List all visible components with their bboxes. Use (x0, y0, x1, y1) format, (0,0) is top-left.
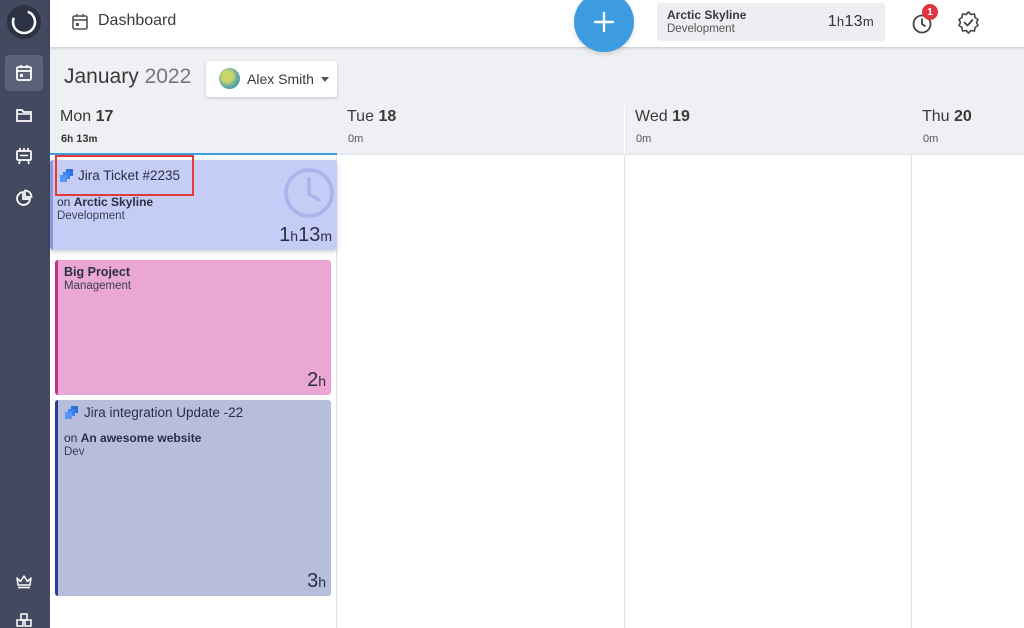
entry-title: Jira integration Update -22 (84, 405, 244, 420)
jira-icon (65, 406, 78, 419)
avatar (219, 68, 240, 89)
chevron-down-icon (321, 77, 329, 82)
entry-duration: 3h (307, 570, 326, 592)
add-entry-button[interactable] (574, 0, 634, 52)
day-name: Thu 20 (922, 108, 972, 125)
running-clock-icon (284, 168, 334, 218)
highlight-box (55, 155, 194, 196)
entry-project: on An awesome website (64, 431, 202, 445)
user-selector[interactable]: Alex Smith (206, 61, 337, 97)
timer-task: Development (667, 23, 735, 35)
reports-pie-icon (16, 189, 33, 206)
entry-task: Management (64, 280, 132, 292)
day-header-thu[interactable]: Thu 20 0m (912, 105, 1024, 155)
calendar-icon (16, 65, 32, 81)
sidebar (0, 0, 50, 628)
running-timer[interactable]: Arctic Skyline Development 1h13m (657, 3, 885, 41)
day-header-mon[interactable]: Mon 17 6h 13m (50, 105, 337, 155)
entry-title: Big Project (64, 265, 130, 279)
day-total: 0m (636, 133, 652, 145)
day-name: Mon 17 (60, 108, 114, 125)
approvals-button[interactable] (956, 10, 981, 35)
sidebar-item-board[interactable] (5, 138, 43, 174)
sidebar-item-upgrade[interactable] (5, 563, 43, 599)
sidebar-item-calendar[interactable] (5, 55, 43, 91)
plus-icon (593, 11, 615, 33)
month-title: January 2022 (64, 65, 192, 88)
time-entry[interactable]: Big Project Management 2h (55, 260, 331, 395)
sidebar-item-projects[interactable] (5, 97, 43, 133)
entry-task: Dev (64, 446, 85, 458)
notification-badge: 1 (922, 4, 938, 20)
folder-icon (16, 109, 32, 122)
day-total: 0m (348, 133, 364, 145)
approve-check-icon (958, 11, 979, 34)
day-column-tue[interactable] (337, 155, 625, 628)
timer-project: Arctic Skyline (667, 8, 747, 22)
calendar-icon (71, 13, 89, 36)
day-total: 6h 13m (61, 133, 98, 145)
calendar-toolbar: January 2022 Alex Smith (50, 47, 1024, 105)
user-name: Alex Smith (247, 71, 314, 87)
day-total: 0m (923, 133, 939, 145)
integrations-icon (16, 613, 32, 627)
day-header-wed[interactable]: Wed 19 0m (625, 105, 912, 155)
entry-project: on Arctic Skyline (57, 195, 154, 209)
entry-duration: 1h13m (279, 224, 332, 246)
page-title: Dashboard (98, 12, 177, 29)
sidebar-item-integrations[interactable] (5, 603, 43, 628)
time-entry[interactable]: Jira integration Update -22 on An awesom… (55, 400, 331, 596)
day-column-thu[interactable] (912, 155, 1024, 628)
timer-duration: 1h13m (827, 13, 874, 30)
top-bar: Dashboard Arctic Skyline Development 1h1… (50, 0, 1024, 52)
crown-icon (16, 575, 32, 589)
projects-board-icon (16, 148, 32, 165)
day-name: Wed 19 (635, 108, 690, 125)
sidebar-item-reports[interactable] (5, 180, 43, 216)
logo-ring-icon (11, 9, 37, 35)
week-calendar: Mon 17 6h 13m Tue 18 0m Wed 19 0m Thu 20… (50, 105, 1024, 628)
entry-duration: 2h (307, 369, 326, 391)
day-column-wed[interactable] (625, 155, 912, 628)
day-name: Tue 18 (347, 108, 397, 125)
entry-task: Development (57, 210, 125, 222)
app-logo[interactable] (7, 5, 41, 39)
day-header-tue[interactable]: Tue 18 0m (337, 105, 624, 155)
